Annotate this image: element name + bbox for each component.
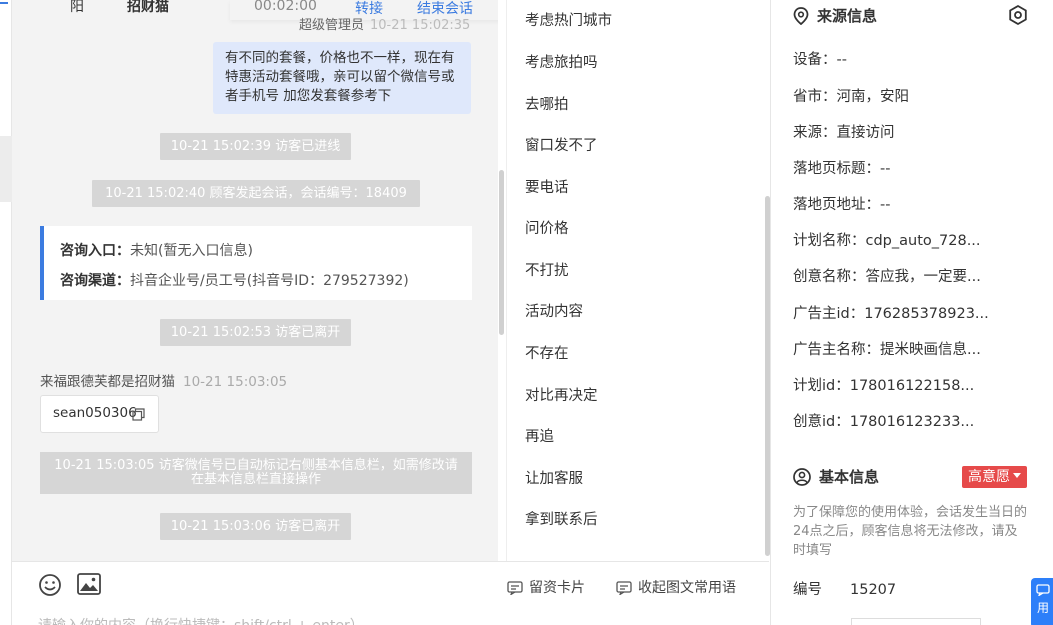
source-advertiser-name: 广告主名称：提米映画信息... bbox=[793, 342, 981, 358]
left-nav-indicator bbox=[0, 0, 8, 4]
wechat-id-text: sean050306 bbox=[53, 405, 137, 421]
card-icon bbox=[507, 581, 523, 596]
system-message: 10-21 15:03:05 访客微信号已自动标记右侧基本信息栏，如需修改请在基… bbox=[40, 452, 472, 494]
source-info-title: 来源信息 bbox=[817, 7, 878, 25]
source-device: 设备：-- bbox=[793, 52, 847, 68]
floating-service-label: 用 bbox=[1036, 601, 1049, 615]
basic-info-title: 基本信息 bbox=[819, 468, 880, 486]
source-plan-id: 计划id：178016122158... bbox=[793, 378, 975, 394]
consult-entry-line: 咨询入口：未知(暂无入口信息) bbox=[60, 236, 456, 266]
visitor-time: 10-21 15:03:05 bbox=[183, 374, 288, 390]
basic-info-field[interactable] bbox=[851, 618, 981, 625]
chat-scrollbar[interactable] bbox=[499, 170, 504, 335]
session-name: 招财猫 bbox=[127, 0, 169, 15]
source-info-header: 来源信息 bbox=[793, 5, 877, 26]
customer-id-row: 编号 15207 bbox=[793, 578, 896, 599]
agent-sender: 超级管理员 bbox=[299, 18, 365, 33]
settings-gear-icon[interactable] bbox=[1007, 4, 1029, 26]
visitor-sender-line: 来福跟德芙都是招财猫 10-21 15:03:05 bbox=[40, 370, 287, 390]
image-icon[interactable] bbox=[77, 573, 101, 595]
collapse-phrases-label: 收起图文常用语 bbox=[638, 580, 736, 596]
collapse-phrases-button[interactable]: 收起图文常用语 bbox=[616, 577, 736, 597]
source-province-city: 省市：河南，安阳 bbox=[793, 89, 909, 105]
agent-message-bubble: 有不同的套餐，价格也不一样，现在有特惠活动套餐哦，亲可以留个微信号或者手机号 加… bbox=[213, 42, 471, 114]
left-nav-selected[interactable] bbox=[0, 136, 12, 202]
quick-reply-item[interactable]: 不打扰 bbox=[525, 259, 569, 280]
emoji-icon[interactable] bbox=[38, 573, 62, 597]
customer-id-label: 编号 bbox=[793, 582, 822, 598]
intent-tag-dropdown[interactable]: 高意愿 bbox=[962, 466, 1027, 488]
leave-card-button[interactable]: 留资卡片 bbox=[507, 577, 585, 597]
consult-channel-line: 咨询渠道：抖音企业号/员工号(抖音号ID：279527392) bbox=[60, 266, 456, 296]
visitor-name: 来福跟德芙都是招财猫 bbox=[40, 374, 175, 390]
message-input-area: 留资卡片 收起图文常用语 请输入你的内容（换行快捷键：shift/ctrl + … bbox=[12, 561, 769, 625]
chat-panel: 阳 招财猫 00:02:00 转接 结束会话 超级管理员 10-21 15:02:… bbox=[12, 0, 506, 625]
consult-entry-value: 未知(暂无入口信息) bbox=[130, 243, 253, 259]
quick-reply-item[interactable]: 要电话 bbox=[525, 176, 569, 197]
leave-card-label: 留资卡片 bbox=[529, 580, 585, 596]
source-plan-name: 计划名称：cdp_auto_728... bbox=[793, 233, 981, 249]
source-creative-name: 创意名称：答应我，一定要... bbox=[793, 269, 981, 285]
source-landing-url: 落地页地址：-- bbox=[793, 197, 891, 213]
quick-reply-item[interactable]: 不存在 bbox=[525, 342, 569, 363]
quick-reply-item[interactable]: 拿到联系后 bbox=[525, 508, 598, 529]
consult-entry-label: 咨询入口： bbox=[60, 243, 130, 259]
location-pin-icon bbox=[793, 7, 809, 26]
customer-info-panel: 来源信息 设备：-- 省市：河南，安阳 来源：直接访问 落地页标题：-- 落地页… bbox=[770, 0, 1053, 625]
system-message: 10-21 15:02:53 访客已离开 bbox=[160, 319, 351, 346]
source-landing-title: 落地页标题：-- bbox=[793, 161, 891, 177]
source-creative-id: 创意id：178016123233... bbox=[793, 414, 975, 430]
intent-tag-label: 高意愿 bbox=[968, 469, 1010, 485]
source-origin: 来源：直接访问 bbox=[793, 125, 895, 141]
quick-reply-item[interactable]: 活动内容 bbox=[525, 300, 583, 321]
system-message: 10-21 15:03:06 访客已离开 bbox=[160, 513, 351, 540]
source-advertiser-id: 广告主id：176285378923... bbox=[793, 306, 989, 322]
consult-channel-label: 咨询渠道： bbox=[60, 273, 130, 289]
left-nav-strip bbox=[0, 0, 12, 625]
quick-reply-item[interactable]: 再追 bbox=[525, 425, 554, 446]
quick-reply-item[interactable]: 去哪拍 bbox=[525, 93, 569, 114]
copy-icon[interactable] bbox=[132, 408, 145, 421]
customer-id-value: 15207 bbox=[850, 582, 897, 598]
system-message: 10-21 15:02:40 顾客发起会话，会话编号：18409 bbox=[92, 180, 420, 207]
quick-reply-panel: 考虑热门城市 考虑旅拍吗 去哪拍 窗口发不了 要电话 问价格 不打扰 活动内容 … bbox=[506, 0, 770, 561]
agent-sender-line: 超级管理员 10-21 15:02:35 bbox=[299, 14, 470, 33]
edit-deadline-hint: 为了保障您的使用体验，会话发生当日的24点之后，顾客信息将无法修改，请及时填写 bbox=[793, 505, 1028, 558]
session-province: 阳 bbox=[70, 0, 84, 15]
user-icon bbox=[793, 468, 811, 486]
agent-time: 10-21 15:02:35 bbox=[370, 18, 471, 33]
message-input[interactable]: 请输入你的内容（换行快捷键：shift/ctrl + enter） bbox=[38, 615, 364, 625]
quick-reply-item[interactable]: 对比再决定 bbox=[525, 384, 598, 405]
quick-reply-item[interactable]: 窗口发不了 bbox=[525, 134, 598, 155]
session-duration: 00:02:00 bbox=[254, 0, 317, 14]
system-message: 10-21 15:02:39 访客已进线 bbox=[160, 133, 351, 160]
wechat-id-card[interactable]: sean050306 bbox=[40, 395, 159, 433]
quick-reply-item[interactable]: 让加客服 bbox=[525, 467, 583, 488]
quick-reply-item[interactable]: 问价格 bbox=[525, 217, 569, 238]
phrases-icon bbox=[616, 581, 632, 596]
consult-channel-value: 抖音企业号/员工号(抖音号ID：279527392) bbox=[130, 273, 409, 289]
basic-info-header: 基本信息 bbox=[793, 466, 879, 487]
caret-down-icon bbox=[1013, 473, 1021, 478]
quick-reply-item[interactable]: 考虑热门城市 bbox=[525, 9, 612, 30]
floating-service-button[interactable]: 用 bbox=[1031, 578, 1053, 625]
consult-info-card: 咨询入口：未知(暂无入口信息) 咨询渠道：抖音企业号/员工号(抖音号ID：279… bbox=[40, 226, 472, 300]
message-icon bbox=[1036, 584, 1050, 597]
quick-reply-item[interactable]: 考虑旅拍吗 bbox=[525, 51, 598, 72]
